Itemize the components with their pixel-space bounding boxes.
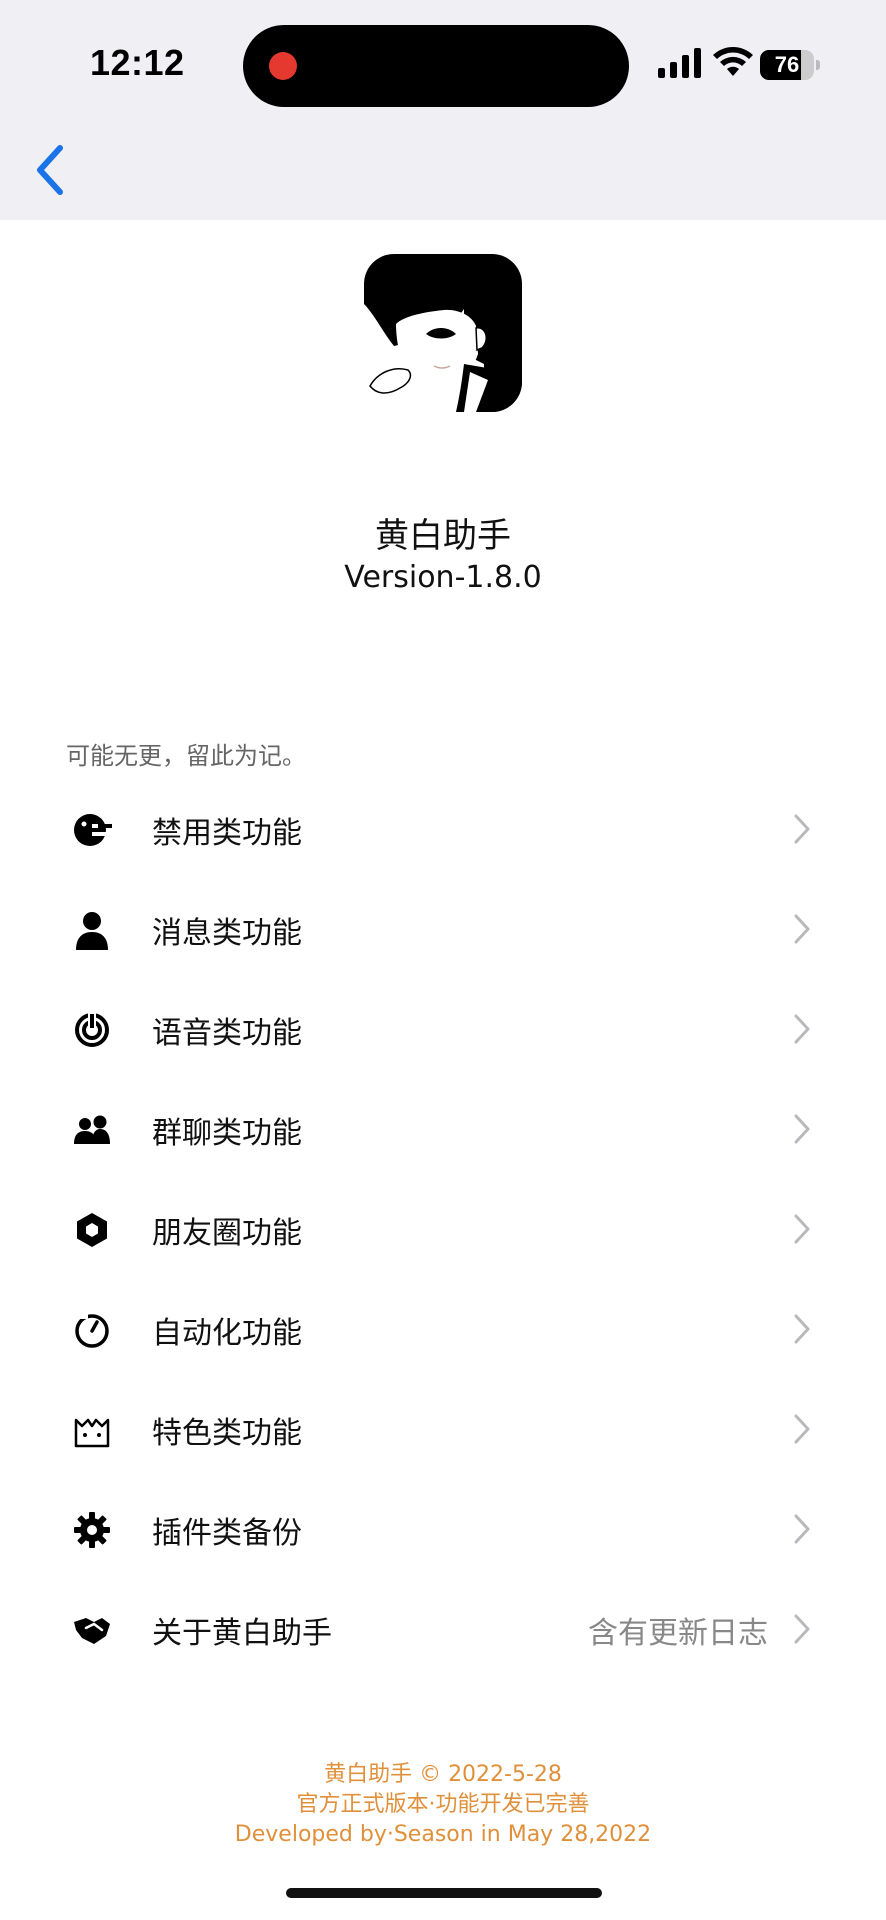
battery-indicator: 76: [760, 50, 820, 80]
menu-item-automation-features[interactable]: 自动化功能: [0, 1278, 886, 1378]
gear-icon: [74, 1512, 110, 1548]
app-name: 黄白助手: [375, 516, 511, 556]
menu-item-label: 禁用类功能: [152, 816, 302, 851]
voice-icon: [75, 1012, 109, 1047]
menu-item-message-features[interactable]: 消息类功能: [0, 878, 886, 978]
recording-indicator-icon: [269, 52, 297, 80]
feature-menu: 禁用类功能 消息类功能 语音类功能 群聊类功能 朋友圈功能 自动化功能 特色类功…: [0, 778, 886, 1678]
menu-item-label: 关于黄白助手: [152, 1616, 332, 1651]
ban-face-icon: [74, 814, 112, 846]
menu-item-group-chat-features[interactable]: 群聊类功能: [0, 1078, 886, 1178]
changelog-hint: 含有更新日志: [588, 1616, 768, 1651]
footer-release-note: 官方正式版本·功能开发已完善: [296, 1792, 590, 1817]
menu-item-special-features[interactable]: 特色类功能: [0, 1378, 886, 1478]
footer: 黄白助手 © 2022-5-28 官方正式版本·功能开发已完善 Develope…: [0, 1760, 886, 1850]
menu-item-label: 插件类备份: [152, 1516, 302, 1551]
menu-item-ban-features[interactable]: 禁用类功能: [0, 778, 886, 878]
back-button[interactable]: [30, 140, 70, 200]
note-text: 可能无更，留此为记。: [66, 742, 306, 770]
group-icon: [74, 1115, 110, 1144]
footer-copyright: 黄白助手 © 2022-5-28: [324, 1762, 562, 1787]
menu-item-label: 自动化功能: [152, 1316, 302, 1351]
menu-item-moments-features[interactable]: 朋友圈功能: [0, 1178, 886, 1278]
chevron-right-icon: [794, 1614, 810, 1644]
chevron-right-icon: [794, 914, 810, 944]
handshake-icon: [74, 1618, 110, 1644]
menu-item-plugin-backup[interactable]: 插件类备份: [0, 1478, 886, 1578]
chevron-right-icon: [794, 1214, 810, 1244]
chevron-left-icon: [37, 145, 63, 195]
timer-icon: [75, 1314, 109, 1348]
person-icon: [76, 912, 108, 950]
chevron-right-icon: [794, 1514, 810, 1544]
menu-item-label: 特色类功能: [152, 1416, 302, 1451]
cat-icon: [74, 1418, 110, 1448]
chevron-right-icon: [794, 1014, 810, 1044]
chevron-right-icon: [794, 1414, 810, 1444]
home-indicator[interactable]: [286, 1888, 602, 1898]
menu-item-label: 语音类功能: [152, 1016, 302, 1051]
footer-developer: Developed by·Season in May 28,2022: [234, 1822, 652, 1847]
wifi-icon: [713, 47, 753, 76]
status-bar: 12:12 76: [0, 0, 886, 220]
cellular-signal-icon: [658, 48, 701, 78]
chevron-right-icon: [794, 814, 810, 844]
chevron-right-icon: [794, 1114, 810, 1144]
menu-item-label: 朋友圈功能: [152, 1216, 302, 1251]
menu-item-label: 消息类功能: [152, 916, 302, 951]
chevron-right-icon: [794, 1314, 810, 1344]
status-time: 12:12: [90, 42, 185, 83]
menu-item-label: 群聊类功能: [152, 1116, 302, 1151]
app-version: Version-1.8.0: [344, 560, 542, 595]
app-avatar-icon: [364, 254, 522, 412]
dynamic-island: [243, 25, 629, 107]
menu-item-about[interactable]: 关于黄白助手 含有更新日志: [0, 1578, 886, 1678]
aperture-icon: [77, 1213, 107, 1247]
menu-item-voice-features[interactable]: 语音类功能: [0, 978, 886, 1078]
battery-percentage: 76: [774, 52, 800, 77]
